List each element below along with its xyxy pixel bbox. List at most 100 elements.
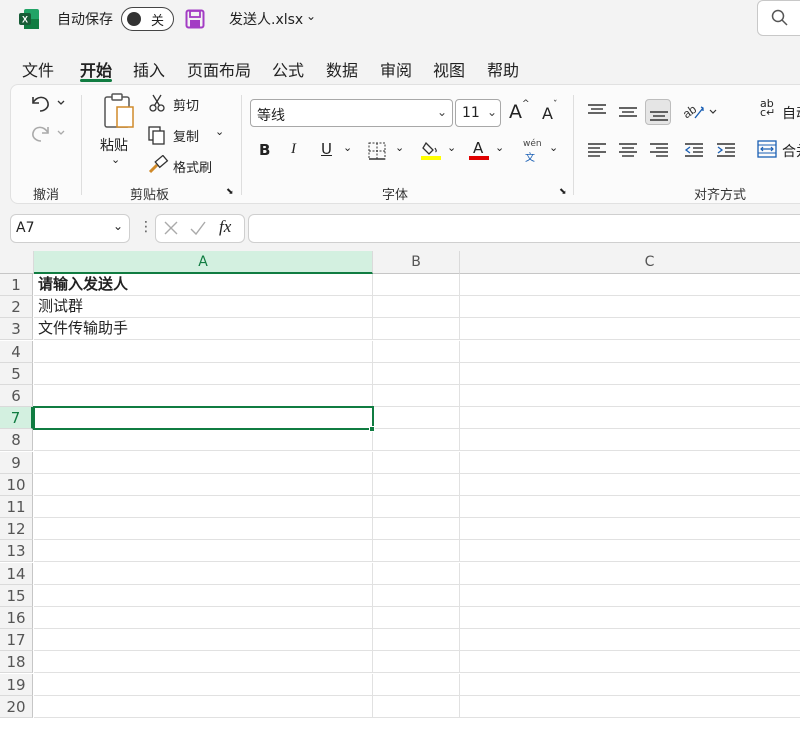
row-header[interactable]: 6 (0, 385, 33, 407)
align-top-button[interactable] (584, 99, 610, 125)
undo-button[interactable] (27, 91, 67, 115)
row-header[interactable]: 4 (0, 340, 33, 363)
borders-icon[interactable] (368, 142, 386, 160)
cell-b[interactable] (373, 651, 460, 674)
row-header[interactable]: 14 (0, 562, 33, 585)
row-header[interactable]: 7 (0, 407, 33, 430)
save-icon[interactable] (185, 9, 205, 29)
cell-a[interactable] (34, 340, 373, 363)
cell-c[interactable] (460, 674, 800, 696)
row-header[interactable]: 15 (0, 584, 33, 607)
cell-c[interactable] (460, 607, 800, 629)
tab-page-layout[interactable]: 页面布局 (187, 57, 251, 81)
row-header[interactable]: 8 (0, 429, 33, 452)
chevron-down-icon[interactable]: ⌄ (306, 9, 316, 23)
cell-a[interactable] (34, 607, 373, 629)
row-header[interactable]: 18 (0, 651, 33, 674)
chevron-down-icon[interactable]: ⌄ (549, 141, 558, 154)
row-header[interactable]: 13 (0, 540, 33, 563)
cell-b[interactable] (373, 362, 460, 385)
cell-b[interactable] (373, 318, 460, 341)
cell-c[interactable] (460, 474, 800, 496)
chevron-down-icon[interactable]: ⌄ (495, 141, 504, 154)
cell-c[interactable] (460, 429, 800, 452)
copy-button[interactable]: 复制 ⌄ (147, 125, 237, 147)
cell-a[interactable] (34, 473, 373, 496)
cell-b[interactable] (373, 385, 460, 407)
phonetic-guide-button[interactable]: wén 文 (521, 139, 545, 164)
cell-b[interactable] (373, 673, 460, 696)
column-header-a[interactable]: A (34, 251, 373, 274)
grow-font-button[interactable]: A ^ (507, 99, 531, 127)
align-right-button[interactable] (646, 137, 672, 163)
cell-a[interactable] (34, 673, 373, 696)
cell-a[interactable]: 文件传输助手 (34, 318, 373, 341)
orientation-button[interactable]: ab (680, 100, 721, 124)
wrap-text-button[interactable]: abc↵ 自动 (760, 98, 800, 123)
cell-b[interactable] (373, 695, 460, 718)
chevron-down-icon[interactable]: ⌄ (215, 125, 224, 138)
active-cell[interactable] (33, 406, 374, 431)
cell-c[interactable] (460, 518, 800, 541)
row-header[interactable]: 20 (0, 695, 33, 718)
column-header-b[interactable]: B (373, 251, 460, 274)
cell-c[interactable] (460, 407, 800, 430)
chevron-down-icon[interactable]: ⌄ (343, 141, 352, 154)
increase-indent-icon[interactable] (713, 137, 739, 163)
tab-file[interactable]: 文件 (22, 57, 54, 81)
tab-formulas[interactable]: 公式 (272, 57, 304, 81)
name-box[interactable]: A7 ⌄ (10, 214, 130, 243)
cut-button[interactable]: 剪切 (149, 94, 219, 116)
cell-a[interactable]: 测试群 (34, 296, 373, 319)
dialog-launcher-icon[interactable]: ⬊ (559, 187, 569, 197)
cell-b[interactable] (373, 296, 460, 319)
cell-b[interactable] (373, 540, 460, 563)
fill-handle[interactable] (369, 426, 375, 433)
cell-a[interactable] (34, 540, 373, 563)
cell-b[interactable] (373, 429, 460, 452)
italic-button[interactable]: I (291, 141, 296, 158)
chevron-down-icon[interactable]: ⌄ (447, 141, 456, 154)
cell-c[interactable] (460, 585, 800, 607)
cancel-icon[interactable] (162, 219, 180, 241)
cell-a[interactable] (34, 584, 373, 607)
row-header[interactable]: 3 (0, 318, 33, 341)
check-icon[interactable] (189, 219, 207, 241)
font-name-dropdown[interactable]: 等线 ⌄ (250, 99, 453, 127)
more-options-icon[interactable]: ⋮ (139, 219, 153, 235)
tab-help[interactable]: 帮助 (487, 57, 519, 81)
cell-b[interactable] (373, 584, 460, 607)
cell-c[interactable] (460, 363, 800, 385)
insert-function-button[interactable]: fx (219, 217, 231, 237)
align-center-button[interactable] (615, 137, 641, 163)
cell-c[interactable] (460, 296, 800, 319)
tab-insert[interactable]: 插入 (133, 57, 165, 81)
cell-c[interactable] (460, 341, 800, 363)
row-header[interactable]: 11 (0, 496, 33, 518)
row-header[interactable]: 16 (0, 607, 33, 629)
font-color-button[interactable]: A (469, 139, 489, 161)
cell-a[interactable] (34, 518, 373, 541)
cell-a[interactable] (34, 695, 373, 718)
column-header-c[interactable]: C (460, 251, 800, 274)
cell-a[interactable] (34, 496, 373, 518)
bold-button[interactable]: B (259, 141, 270, 159)
cell-b[interactable] (373, 274, 460, 296)
fill-color-icon[interactable] (421, 139, 441, 161)
row-header[interactable]: 10 (0, 473, 33, 496)
cell-b[interactable] (373, 496, 460, 518)
tab-home[interactable]: 开始 (80, 57, 112, 81)
file-name[interactable]: 发送人.xlsx (229, 9, 303, 29)
format-painter-button[interactable]: 格式刷 (147, 154, 237, 177)
search-box[interactable] (757, 0, 800, 36)
cell-c[interactable] (460, 452, 800, 474)
cell-b[interactable] (373, 562, 460, 585)
cell-c[interactable] (460, 651, 800, 674)
tab-data[interactable]: 数据 (326, 57, 358, 81)
row-header[interactable]: 1 (0, 274, 33, 296)
autosave-toggle[interactable]: 关 (121, 7, 174, 31)
cell-a[interactable]: 请输入发送人 (34, 274, 373, 296)
merge-center-button[interactable]: 合并 (757, 137, 800, 163)
select-all-corner[interactable] (0, 251, 34, 274)
cell-b[interactable] (373, 518, 460, 541)
